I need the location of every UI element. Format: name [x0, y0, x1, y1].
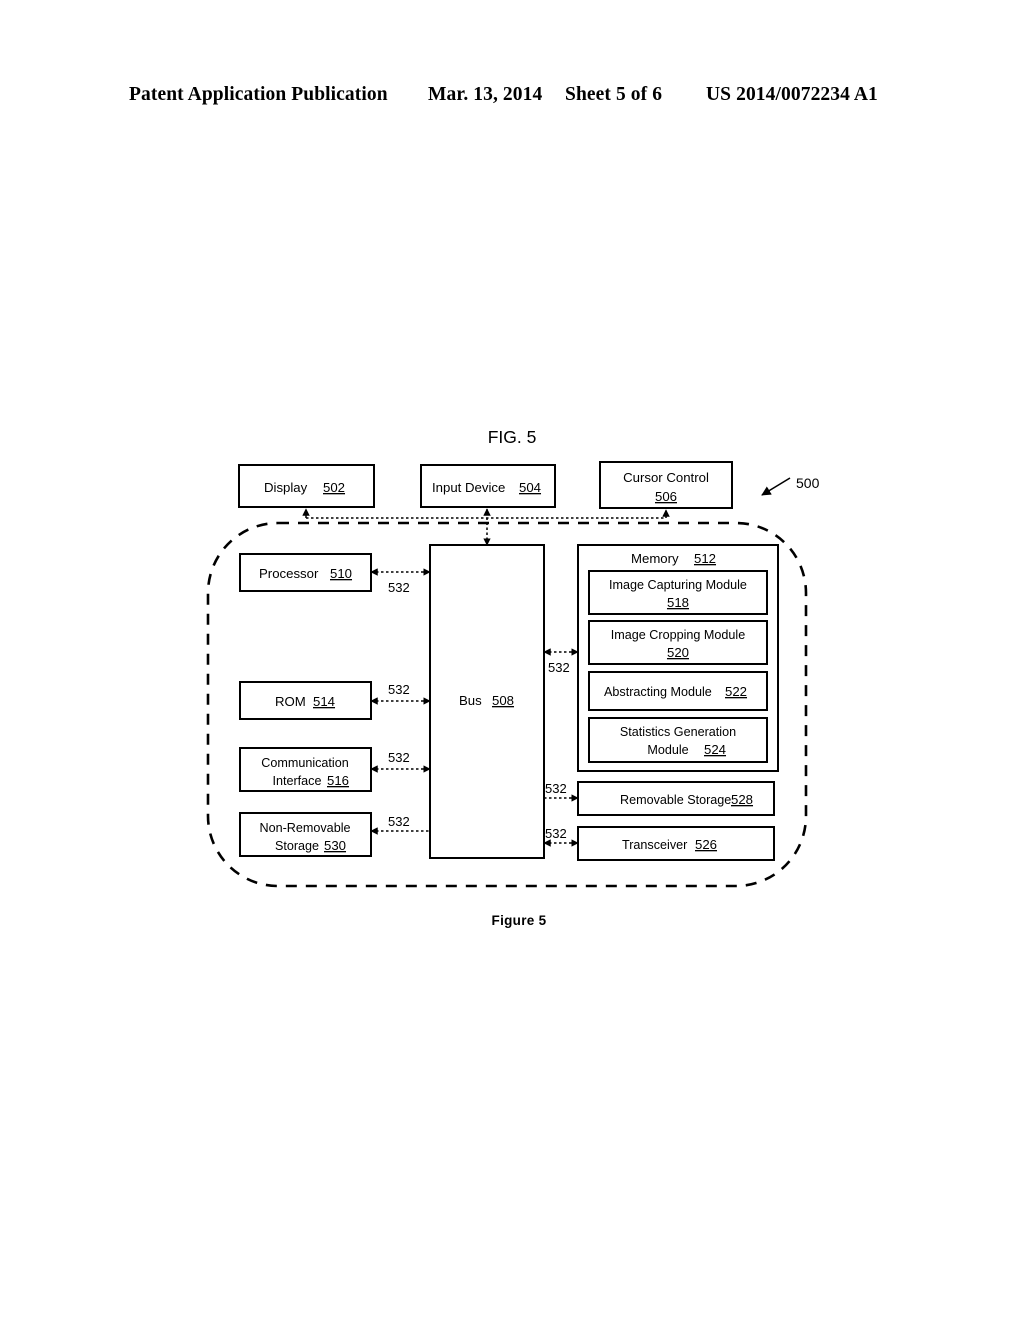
removable-storage-ref: 528	[731, 792, 753, 807]
memory-module-image-cropping[interactable]: Image Cropping Module 520	[588, 620, 768, 665]
memory-module-statistics-generation[interactable]: Statistics Generation Module 524	[588, 717, 768, 763]
display-ref: 502	[323, 480, 345, 495]
figure-5-diagram: FIG. 5 500 Display 502 Input Device 504 …	[0, 0, 1024, 1320]
peripheral-box-cursor-control[interactable]: Cursor Control 506	[599, 461, 733, 509]
connector-label-rom: 532	[388, 682, 410, 697]
input-device-ref: 504	[519, 480, 541, 495]
memory-block[interactable]: Memory 512 Image Capturing Module 518 Im…	[577, 544, 779, 772]
peripheral-box-input-device[interactable]: Input Device 504	[420, 464, 556, 508]
component-box-processor[interactable]: Processor 510	[239, 553, 372, 592]
connector-label-memory: 532	[548, 660, 570, 675]
transceiver-label: Transceiver	[622, 838, 687, 852]
bus-label: Bus	[459, 693, 482, 708]
memory-module-abstracting[interactable]: Abstracting Module 522	[588, 671, 768, 711]
statistics-generation-module-ref: 524	[704, 742, 726, 757]
rom-label: ROM	[275, 694, 306, 709]
connector-label-transceiver: 532	[545, 826, 567, 841]
connector-label-communication-interface: 532	[388, 750, 410, 765]
bus-block[interactable]: Bus 508	[429, 544, 545, 859]
component-box-transceiver[interactable]: Transceiver 526	[577, 826, 775, 861]
abstracting-module-ref: 522	[725, 684, 747, 699]
bus-ref: 508	[492, 693, 514, 708]
abstracting-module-label: Abstracting Module	[604, 685, 712, 699]
component-box-removable-storage[interactable]: Removable Storage 528	[577, 781, 775, 816]
system-ref-leader-line	[761, 477, 791, 496]
non-removable-storage-label-line2: Storage	[275, 839, 319, 853]
component-box-rom[interactable]: ROM 514	[239, 681, 372, 720]
system-ref-number: 500	[796, 475, 820, 491]
rom-ref: 514	[313, 694, 335, 709]
statistics-generation-module-label-line1: Statistics Generation	[620, 725, 736, 739]
communication-interface-label-line1: Communication	[261, 756, 349, 770]
image-cropping-module-label: Image Cropping Module	[611, 628, 745, 642]
processor-label: Processor	[259, 566, 319, 581]
processor-ref: 510	[330, 566, 352, 581]
input-device-label: Input Device	[432, 480, 505, 495]
non-removable-storage-label-line1: Non-Removable	[260, 821, 351, 835]
cursor-control-ref: 506	[655, 489, 677, 504]
component-box-non-removable-storage[interactable]: Non-Removable Storage 530	[239, 812, 372, 857]
figure-title: FIG. 5	[488, 427, 537, 447]
transceiver-ref: 526	[695, 837, 717, 852]
cursor-control-label: Cursor Control	[623, 470, 709, 485]
image-capturing-module-label: Image Capturing Module	[609, 578, 747, 592]
communication-interface-label-line2: Interface	[272, 774, 321, 788]
connector-label-removable-storage: 532	[545, 781, 567, 796]
memory-label: Memory	[631, 551, 679, 566]
non-removable-storage-ref: 530	[324, 838, 346, 853]
communication-interface-ref: 516	[327, 773, 349, 788]
removable-storage-label: Removable Storage	[620, 793, 731, 807]
component-box-communication-interface[interactable]: Communication Interface 516	[239, 747, 372, 792]
memory-module-image-capturing[interactable]: Image Capturing Module 518	[588, 570, 768, 615]
peripheral-box-display[interactable]: Display 502	[238, 464, 375, 508]
image-cropping-module-ref: 520	[667, 645, 689, 660]
display-label: Display	[264, 480, 308, 495]
image-capturing-module-ref: 518	[667, 595, 689, 610]
statistics-generation-module-label-line2: Module	[647, 743, 688, 757]
connector-label-processor: 532	[388, 580, 410, 595]
memory-ref: 512	[694, 551, 716, 566]
connector-label-non-removable-storage: 532	[388, 814, 410, 829]
figure-caption: Figure 5	[492, 913, 547, 928]
